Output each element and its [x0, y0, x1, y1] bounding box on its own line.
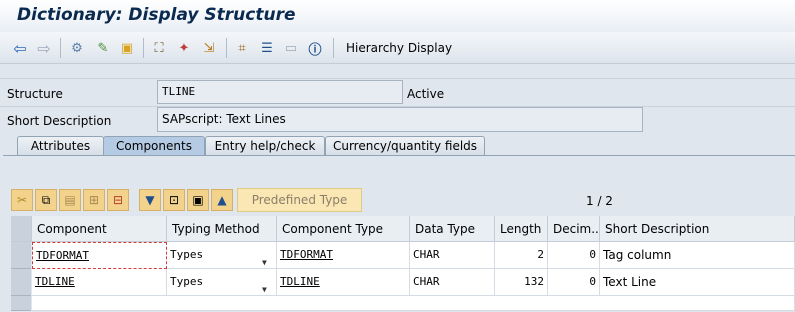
tab-entry-help-check[interactable]: Entry help/check: [205, 136, 325, 156]
data-type-cell: CHAR: [410, 242, 495, 269]
column-header-short-description[interactable]: Short Description: [600, 216, 795, 242]
tab-components[interactable]: Components: [103, 136, 205, 157]
tab-attributes[interactable]: Attributes: [17, 136, 104, 156]
short-description-field[interactable]: SAPscript: Text Lines: [157, 107, 643, 132]
component-cell[interactable]: TDLINE: [32, 269, 167, 296]
short-description-cell: Tag column: [600, 242, 795, 269]
components-table: Component Typing Method Component Type D…: [11, 216, 795, 311]
deselect-all-icon[interactable]: ▣: [187, 189, 209, 211]
short-description-cell: Text Line: [600, 269, 795, 296]
predefined-type-button[interactable]: Predefined Type: [237, 188, 362, 212]
paste-icon[interactable]: ▤: [59, 189, 81, 211]
structure-label: Structure: [7, 87, 63, 101]
column-header-component[interactable]: Component: [32, 216, 167, 242]
row-selector[interactable]: [11, 242, 31, 269]
divider: [0, 78, 795, 79]
hierarchy-icon[interactable]: ⌗: [233, 39, 251, 57]
insert-row-icon[interactable]: ⊞: [83, 189, 105, 211]
row-selector[interactable]: [11, 296, 31, 311]
column-header-data-type[interactable]: Data Type: [410, 216, 495, 242]
layout-icon[interactable]: ▭: [282, 39, 300, 57]
title-bar: Dictionary: Display Structure: [0, 0, 795, 32]
dropdown-arrow-icon[interactable]: ▼: [262, 250, 267, 268]
column-header-typing-method[interactable]: Typing Method: [167, 216, 277, 242]
select-all-header[interactable]: [11, 216, 32, 242]
copy-icon[interactable]: ⧉: [35, 189, 57, 211]
cut-icon[interactable]: ✂: [11, 189, 33, 211]
info-icon[interactable]: ⓘ: [306, 39, 324, 58]
select-all-icon[interactable]: ⊡: [163, 189, 185, 211]
move-down-icon[interactable]: ▼: [139, 189, 161, 211]
navigate-icon[interactable]: ⇲: [200, 39, 218, 57]
back-icon[interactable]: ⇦: [11, 39, 29, 58]
component-type-cell[interactable]: TDLINE: [277, 269, 410, 296]
typing-method-cell[interactable]: Types ▼: [167, 269, 277, 296]
column-header-length[interactable]: Length: [495, 216, 548, 242]
status-text: Active: [407, 87, 445, 101]
window-title: Dictionary: Display Structure: [17, 5, 296, 25]
forward-icon[interactable]: ⇨: [35, 39, 53, 58]
data-type-cell: CHAR: [410, 269, 495, 296]
typing-method-cell[interactable]: Types ▼: [167, 242, 277, 269]
decimals-cell: 0: [548, 242, 600, 269]
where-used-icon[interactable]: ⛶: [150, 39, 168, 57]
column-header-decimals[interactable]: Decim...: [548, 216, 600, 242]
page-indicator: 1 / 2: [586, 194, 613, 208]
move-up-icon[interactable]: ▲: [211, 189, 233, 211]
row-selector[interactable]: [11, 269, 31, 296]
typing-method-value: Types: [170, 275, 204, 288]
decimals-cell: 0: [548, 269, 600, 296]
hierarchy-display-button[interactable]: Hierarchy Display: [346, 41, 452, 55]
length-cell: 132: [495, 269, 548, 296]
delete-row-icon[interactable]: ⊟: [107, 189, 129, 211]
object-list-icon[interactable]: ✦: [175, 39, 193, 57]
application-toolbar: ⇦ ⇨ ⚙ ✎ ▣ ⛶ ✦ ⇲ ⌗ ☰ ▭ ⓘ Hierarchy Displa…: [0, 32, 795, 64]
structure-field[interactable]: TLINE: [157, 80, 403, 104]
tab-currency-quantity-fields[interactable]: Currency/quantity fields: [325, 136, 485, 156]
component-type-cell[interactable]: TDFORMAT: [277, 242, 410, 269]
typing-method-value: Types: [170, 248, 204, 261]
length-cell: 2: [495, 242, 548, 269]
empty-row[interactable]: [32, 296, 795, 311]
append-icon[interactable]: ☰: [258, 39, 276, 57]
short-description-label: Short Description: [7, 114, 112, 128]
activate-icon[interactable]: ▣: [118, 39, 136, 57]
dropdown-arrow-icon[interactable]: ▼: [262, 277, 267, 295]
column-header-component-type[interactable]: Component Type: [277, 216, 410, 242]
other-object-icon[interactable]: ⚙: [68, 39, 86, 57]
display-change-icon[interactable]: ✎: [94, 39, 112, 57]
component-cell[interactable]: TDFORMAT: [32, 242, 167, 269]
